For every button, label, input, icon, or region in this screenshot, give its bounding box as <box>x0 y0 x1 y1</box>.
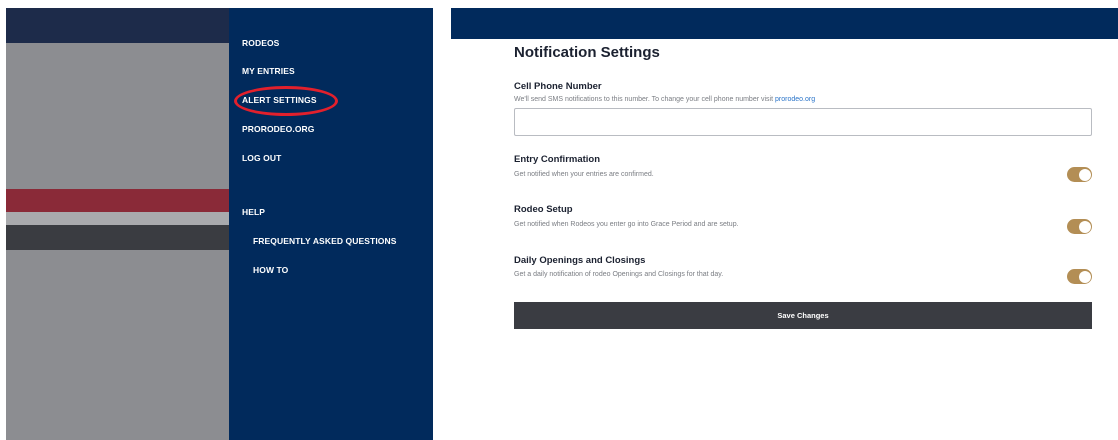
menu-item-how-to[interactable]: HOW TO <box>253 265 288 275</box>
rodeo-setup-label: Rodeo Setup <box>514 204 573 215</box>
daily-openings-description: Get a daily notification of rodeo Openin… <box>514 271 724 278</box>
rodeo-setup-toggle[interactable] <box>1067 219 1092 234</box>
toggle-knob <box>1078 270 1091 283</box>
menu-item-my-entries[interactable]: MY ENTRIES <box>242 66 295 76</box>
save-changes-button[interactable]: Save Changes <box>514 302 1092 329</box>
settings-header-bar <box>451 8 1118 39</box>
page-title: Notification Settings <box>514 44 660 61</box>
entry-confirmation-description: Get notified when your entries are confi… <box>514 171 654 178</box>
menu-item-rodeos[interactable]: RODEOS <box>242 38 279 48</box>
menu-screenshot: RODEOS MY ENTRIES ALERT SETTINGS PRORODE… <box>6 8 433 440</box>
rodeo-setup-description: Get notified when Rodeos you enter go in… <box>514 221 739 228</box>
prorodeo-link[interactable]: prorodeo.org <box>775 96 815 103</box>
toggle-knob <box>1078 168 1091 181</box>
highlight-circle <box>234 86 338 116</box>
background-dark-stripe <box>6 225 229 250</box>
background-light-stripe <box>6 212 229 225</box>
menu-item-alert-settings[interactable]: ALERT SETTINGS <box>234 86 338 116</box>
toggle-knob <box>1078 220 1091 233</box>
menu-item-help[interactable]: HELP <box>242 207 265 217</box>
menu-item-log-out[interactable]: LOG OUT <box>242 153 281 163</box>
phone-number-label: Cell Phone Number <box>514 81 602 92</box>
app-header-background <box>6 8 229 43</box>
phone-number-input[interactable] <box>514 108 1092 136</box>
phone-number-description-text: We'll send SMS notifications to this num… <box>514 96 775 103</box>
entry-confirmation-toggle[interactable] <box>1067 167 1092 182</box>
menu-item-faq[interactable]: FREQUENTLY ASKED QUESTIONS <box>253 236 397 246</box>
entry-confirmation-label: Entry Confirmation <box>514 154 601 165</box>
notification-settings-screenshot: Notification Settings Cell Phone Number … <box>451 8 1118 440</box>
side-menu: RODEOS MY ENTRIES ALERT SETTINGS PRORODE… <box>229 8 433 440</box>
background-red-stripe <box>6 189 229 212</box>
phone-number-description: We'll send SMS notifications to this num… <box>514 96 815 103</box>
daily-openings-label: Daily Openings and Closings <box>514 255 646 266</box>
daily-openings-toggle[interactable] <box>1067 269 1092 284</box>
menu-item-prorodeo-org[interactable]: PRORODEO.ORG <box>242 124 315 134</box>
